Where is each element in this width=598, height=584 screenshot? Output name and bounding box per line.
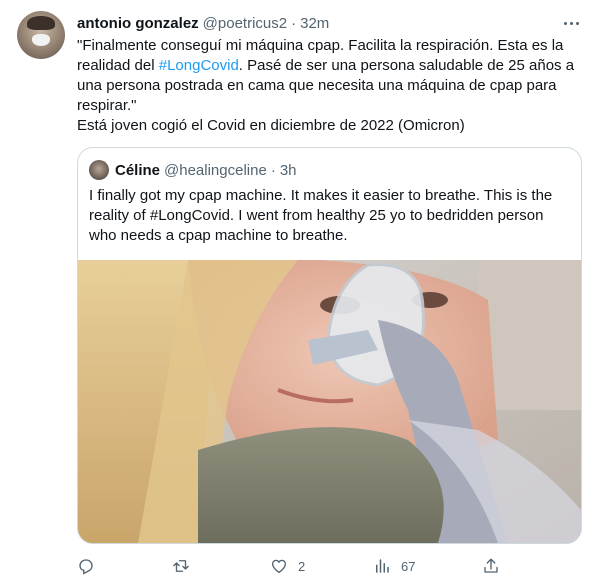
- hashtag-link[interactable]: #LongCovid: [159, 57, 239, 74]
- quoted-author-name[interactable]: Céline: [115, 162, 160, 179]
- quoted-text-line: I finally got my cpap machine. It makes …: [89, 187, 553, 204]
- tweet-text-line: realidad del #LongCovid. Pasé de ser una…: [77, 56, 577, 76]
- views-count: 67: [401, 558, 416, 574]
- tweet-text-line: respirar.": [77, 97, 137, 114]
- tweet-text-line: Está joven cogió el Covid en diciembre d…: [77, 117, 465, 134]
- quoted-tweet-text: I finally got my cpap machine. It makes …: [89, 186, 569, 246]
- quoted-text-line: who needs a cpap machine to breathe.: [89, 227, 348, 244]
- photo-illustration: [78, 260, 581, 543]
- more-options-icon[interactable]: [560, 14, 582, 32]
- share-icon: [484, 558, 498, 573]
- tweet-actions-bar: 2 67: [0, 552, 598, 580]
- quoted-tweet-header: Céline @healingceline · 3h: [89, 160, 297, 180]
- quoted-tweet-photo[interactable]: [78, 260, 581, 543]
- reply-icon: [79, 559, 93, 575]
- header-separator: ·: [291, 14, 297, 32]
- views-chart-icon: [376, 559, 389, 573]
- author-avatar[interactable]: [17, 11, 65, 59]
- quoted-timestamp[interactable]: 3h: [280, 162, 297, 179]
- quoted-author-avatar[interactable]: [89, 160, 109, 180]
- tweet-header: antonio gonzalez @poetricus2 · 32m: [77, 13, 329, 33]
- tweet-text-fragment: realidad del: [77, 57, 159, 74]
- views-button[interactable]: 67: [373, 552, 415, 580]
- reply-button[interactable]: [77, 552, 105, 580]
- like-button[interactable]: 2: [270, 552, 305, 580]
- retweet-icon: [173, 560, 189, 572]
- avatar-hair: [27, 16, 55, 30]
- quoted-tweet[interactable]: Céline @healingceline · 3h I finally got…: [77, 147, 582, 544]
- like-count: 2: [298, 558, 306, 574]
- quoted-author-handle[interactable]: @healingceline: [164, 162, 267, 179]
- retweet-button[interactable]: [172, 552, 200, 580]
- tweet-text-line: "Finalmente conseguí mi máquina cpap. Fa…: [77, 37, 564, 54]
- heart-icon: [271, 559, 287, 574]
- tweet-text-fragment: . Pasé de ser una persona saludable de 2…: [238, 57, 575, 74]
- quoted-text-line: reality of #LongCovid. I went from healt…: [89, 207, 544, 224]
- share-button[interactable]: [482, 552, 500, 580]
- tweet-card[interactable]: antonio gonzalez @poetricus2 · 32m "Fina…: [0, 0, 598, 584]
- tweet-text-line: una persona postrada en cama que necesit…: [77, 77, 557, 94]
- author-name[interactable]: antonio gonzalez: [77, 15, 199, 32]
- author-handle[interactable]: @poetricus2: [203, 15, 287, 32]
- quoted-header-separator: ·: [270, 161, 276, 179]
- tweet-timestamp[interactable]: 32m: [300, 15, 329, 32]
- tweet-text: "Finalmente conseguí mi máquina cpap. Fa…: [77, 36, 577, 136]
- avatar-face-mask: [32, 34, 50, 46]
